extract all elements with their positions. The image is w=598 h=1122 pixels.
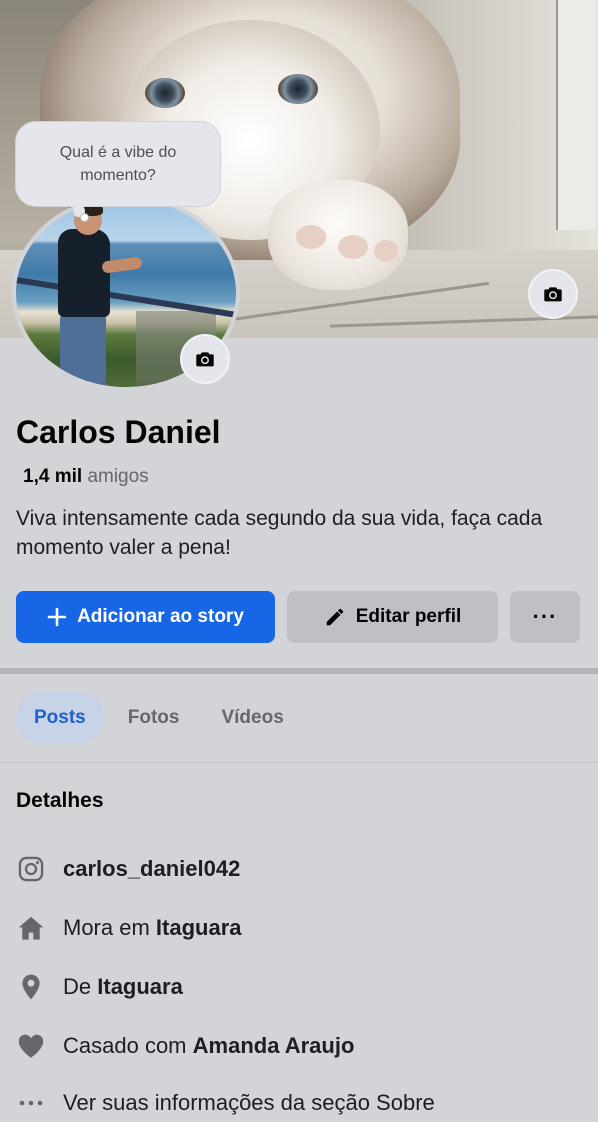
friends-count-value: 1,4 mil [23, 466, 83, 487]
edit-profile-label: Editar perfil [355, 606, 462, 627]
home-icon [16, 913, 46, 943]
tab-videos[interactable]: Vídeos [203, 692, 301, 744]
tab-photos[interactable]: Fotos [110, 692, 198, 744]
see-about-label: Ver suas informações da seção Sobre [63, 1090, 435, 1115]
detail-see-about[interactable]: Ver suas informações da seção Sobre [16, 1086, 435, 1120]
status-prompt-text: Qual é a vibe do momento? [59, 144, 177, 184]
pencil-icon [326, 608, 343, 626]
profile-camera-button[interactable] [180, 334, 230, 384]
friends-count[interactable]: 1,4 mil amigos [23, 466, 149, 488]
from-city[interactable]: Itaguara [97, 974, 183, 1000]
more-options-icon: ··· [532, 604, 558, 629]
details-title: Detalhes [16, 789, 104, 812]
camera-icon [196, 352, 214, 367]
dog-eye-left [145, 78, 185, 108]
section-divider [0, 668, 598, 674]
plus-icon [47, 607, 67, 627]
cover-door [556, 0, 596, 230]
detail-relationship: Casado com Amanda Araujo [16, 1029, 354, 1063]
profile-tabs: Posts Fotos Vídeos [16, 692, 302, 744]
friends-count-label: amigos [87, 466, 149, 487]
photo-person [58, 229, 110, 317]
dog-paw-toe [338, 235, 368, 259]
location-pin-icon [16, 972, 46, 1002]
detail-lives-in: Mora em Itaguara [16, 911, 242, 945]
lives-in-prefix: Mora em [63, 915, 150, 940]
add-to-story-button[interactable]: Adicionar ao story [16, 591, 275, 643]
profile-name: Carlos Daniel [16, 414, 221, 450]
instagram-handle: carlos_daniel042 [63, 856, 241, 881]
profile-bio: Viva intensamente cada segundo da sua vi… [16, 507, 543, 559]
detail-instagram[interactable]: carlos_daniel042 [16, 852, 240, 886]
dog-eye-right [278, 74, 318, 104]
lives-in-city[interactable]: Itaguara [156, 915, 242, 941]
relationship-prefix: Casado com [63, 1033, 187, 1058]
photo-person [60, 315, 106, 387]
tabs-divider [0, 762, 598, 763]
detail-from: De Itaguara [16, 970, 183, 1004]
tab-posts[interactable]: Posts [16, 692, 104, 744]
camera-icon [544, 287, 562, 302]
status-prompt-bubble[interactable]: Qual é a vibe do momento? [16, 122, 220, 206]
photo-railing [16, 277, 236, 319]
dog-paw-toe [374, 240, 398, 262]
relationship-partner[interactable]: Amanda Araujo [193, 1033, 355, 1059]
heart-icon [16, 1031, 46, 1061]
instagram-icon [16, 854, 46, 884]
edit-profile-button[interactable]: Editar perfil [287, 591, 498, 643]
more-dots-icon [16, 1088, 46, 1118]
bubble-tail [80, 213, 89, 222]
add-to-story-label: Adicionar ao story [77, 606, 244, 627]
dog-paw-toe [296, 225, 326, 249]
from-prefix: De [63, 974, 92, 999]
dog-paw [268, 180, 408, 290]
more-options-button[interactable]: ··· [510, 591, 580, 643]
cover-camera-button[interactable] [528, 269, 578, 319]
